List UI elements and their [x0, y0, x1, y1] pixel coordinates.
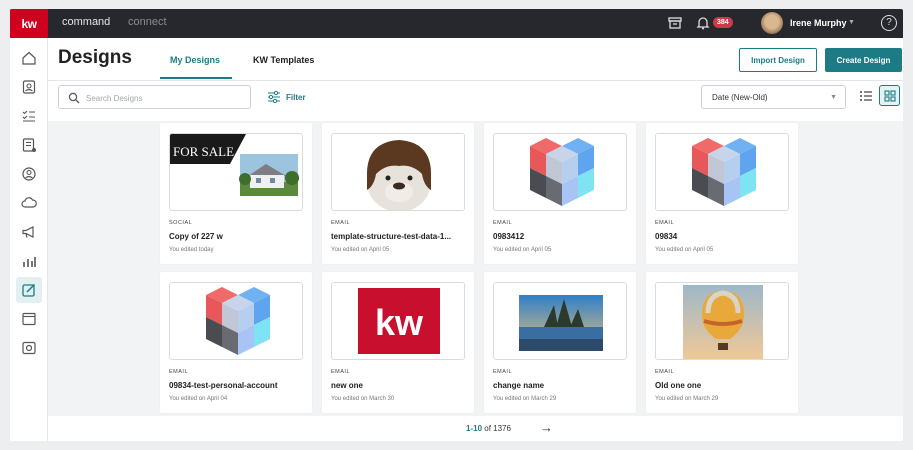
design-thumbnail: FOR SALE — [169, 133, 303, 211]
design-edited-date: You edited on April 04 — [169, 396, 228, 402]
sidebar — [10, 38, 48, 441]
design-type: EMAIL — [169, 369, 189, 375]
for-sale-text: FOR SALE — [173, 144, 234, 159]
sliders-icon — [268, 91, 280, 103]
page-title: Designs — [58, 47, 132, 68]
design-card[interactable]: EMAIL 09834-test-personal-account You ed… — [160, 272, 312, 413]
search-box — [58, 85, 251, 109]
app-window: kw command connect 384 Irene Murphy ▼ ? — [10, 9, 903, 441]
design-type: EMAIL — [655, 220, 675, 226]
megaphone-icon[interactable] — [16, 219, 42, 245]
pagination: 1-10 of 1376 → — [48, 416, 903, 441]
design-name[interactable]: template-structure-test-data-1... — [331, 232, 469, 241]
design-type: SOCIAL — [169, 220, 193, 226]
design-edited-date: You edited on April 05 — [655, 247, 714, 253]
design-name[interactable]: Old one one — [655, 381, 793, 390]
user-name[interactable]: Irene Murphy — [790, 18, 847, 28]
chevron-down-icon: ▼ — [830, 94, 837, 101]
nav-command[interactable]: command — [62, 16, 110, 28]
design-name[interactable]: 0983412 — [493, 232, 631, 241]
sort-value: Date (New-Old) — [712, 93, 768, 102]
nav-connect[interactable]: connect — [128, 16, 167, 28]
design-edited-date: You edited on March 29 — [655, 396, 719, 402]
sort-select[interactable]: Date (New-Old) ▼ — [701, 85, 846, 109]
design-thumbnail — [493, 282, 627, 360]
design-name[interactable]: new one — [331, 381, 469, 390]
design-thumbnail — [169, 282, 303, 360]
design-thumbnail — [655, 282, 789, 360]
pagination-text: 1-10 of 1376 — [466, 424, 511, 433]
design-card[interactable]: EMAIL template-structure-test-data-1... … — [322, 123, 474, 264]
kw-thumbnail-text: kw — [375, 302, 424, 343]
page-range: 1-10 — [466, 424, 483, 433]
design-card[interactable]: EMAIL 0983412 You edited on April 05 — [484, 123, 636, 264]
avatar[interactable] — [761, 12, 783, 34]
design-name[interactable]: change name — [493, 381, 631, 390]
design-thumbnail — [493, 133, 627, 211]
grid-icon — [883, 89, 896, 102]
design-thumbnail — [655, 133, 789, 211]
design-edited-date: You edited on March 30 — [331, 396, 395, 402]
design-card[interactable]: EMAIL 09834 You edited on April 05 — [646, 123, 798, 264]
active-tab-indicator — [160, 77, 232, 79]
design-type: EMAIL — [493, 369, 513, 375]
design-card[interactable]: EMAIL Old one one You edited on March 29 — [646, 272, 798, 413]
browser-icon[interactable] — [16, 306, 42, 332]
create-design-button[interactable]: Create Design — [825, 48, 902, 72]
design-name[interactable]: Copy of 227 w — [169, 232, 307, 241]
design-edited-date: You edited on April 05 — [493, 247, 552, 253]
import-design-button[interactable]: Import Design — [739, 48, 817, 72]
kw-logo[interactable]: kw — [10, 9, 48, 38]
grid-view-button[interactable] — [879, 85, 900, 106]
designs-icon[interactable] — [16, 277, 42, 303]
design-card[interactable]: EMAIL change name You edited on March 29 — [484, 272, 636, 413]
filter-button[interactable]: Filter — [267, 91, 306, 103]
list-view-button[interactable] — [855, 85, 876, 106]
bell-icon[interactable] — [695, 15, 711, 31]
tab-kw-templates[interactable]: KW Templates — [253, 55, 314, 65]
design-type: EMAIL — [331, 220, 351, 226]
notification-badge: 384 — [713, 17, 733, 28]
filter-label: Filter — [286, 92, 306, 102]
pagination-of: of — [484, 424, 491, 433]
cloud-icon[interactable] — [16, 190, 42, 216]
list-icon — [859, 90, 872, 101]
archive-icon[interactable] — [667, 15, 683, 31]
design-edited-date: You edited today — [169, 247, 214, 253]
top-bar: kw command connect 384 Irene Murphy ▼ ? — [10, 9, 903, 38]
page-header: Designs My Designs KW Templates Import D… — [48, 38, 903, 81]
search-icon — [68, 92, 80, 104]
design-edited-date: You edited on March 29 — [493, 396, 557, 402]
design-type: EMAIL — [655, 369, 675, 375]
next-page-arrow-icon[interactable]: → — [540, 420, 553, 435]
home-icon[interactable] — [16, 45, 42, 71]
design-thumbnail: kw — [331, 282, 465, 360]
design-card[interactable]: kw EMAIL new one You edited on March 30 — [322, 272, 474, 413]
designs-grid: FOR SALE SOCIAL Copy of 227 w You edited… — [48, 121, 903, 416]
total-count: 1376 — [493, 424, 511, 433]
checklist-icon[interactable] — [16, 132, 42, 158]
toolbar: Filter Date (New-Old) ▼ — [48, 81, 903, 121]
chart-icon[interactable] — [16, 248, 42, 274]
design-type: EMAIL — [493, 220, 513, 226]
settings-icon[interactable] — [16, 335, 42, 361]
design-name[interactable]: 09834-test-personal-account — [169, 381, 307, 390]
contacts-icon[interactable] — [16, 74, 42, 100]
help-icon[interactable]: ? — [881, 15, 897, 31]
chevron-down-icon[interactable]: ▼ — [848, 19, 855, 26]
tab-my-designs[interactable]: My Designs — [170, 55, 220, 65]
design-thumbnail — [331, 133, 465, 211]
design-name[interactable]: 09834 — [655, 232, 793, 241]
person-icon[interactable] — [16, 161, 42, 187]
design-card[interactable]: FOR SALE SOCIAL Copy of 227 w You edited… — [160, 123, 312, 264]
tasks-icon[interactable] — [16, 103, 42, 129]
design-type: EMAIL — [331, 369, 351, 375]
design-edited-date: You edited on April 05 — [331, 247, 390, 253]
search-input[interactable] — [86, 91, 246, 105]
